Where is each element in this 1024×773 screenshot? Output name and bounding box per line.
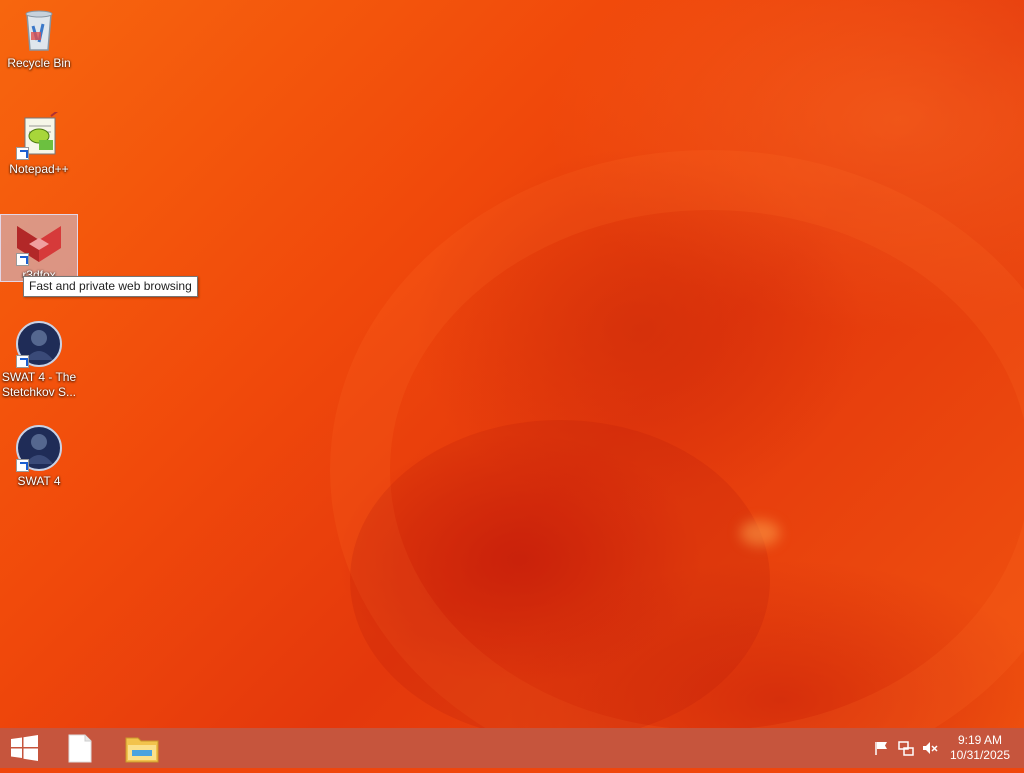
wallpaper-glow (740, 520, 780, 546)
r3dfox-icon (15, 218, 63, 266)
desktop-icon-label: Recycle Bin (7, 56, 71, 70)
desktop-icon-r3dfox[interactable]: r3dfox (0, 214, 78, 282)
shortcut-arrow-icon (16, 147, 29, 160)
clock-date: 10/31/2025 (949, 748, 1010, 762)
wallpaper-swirl (330, 150, 1024, 728)
recycle-bin-icon (15, 6, 63, 54)
shortcut-arrow-icon (16, 253, 29, 266)
desktop-icon-swat4[interactable]: SWAT 4 (1, 424, 77, 489)
notepad-plus-plus-icon (15, 109, 63, 160)
taskbar-pinned-file-explorer[interactable] (120, 728, 164, 768)
desktop-icon-label: SWAT 4 (17, 474, 61, 488)
start-button[interactable] (2, 728, 46, 768)
volume-muted-icon[interactable] (922, 740, 938, 756)
windows-logo-icon (11, 735, 38, 761)
desktop-icon-label: SWAT 4 - The Stetchkov S... (1, 370, 77, 399)
desktop-icon-recycle-bin[interactable]: Recycle Bin (1, 6, 77, 71)
file-explorer-icon (125, 737, 159, 763)
action-center-flag-icon[interactable] (874, 740, 890, 756)
taskbar-pinned-document[interactable] (58, 728, 102, 768)
desktop-icon-swat4-stetchkov[interactable]: SWAT 4 - The Stetchkov S... (1, 320, 77, 400)
swat4-icon (15, 424, 63, 472)
taskbar-clock[interactable]: 9:19 AM 10/31/2025 (950, 733, 1010, 763)
document-icon (68, 734, 92, 763)
taskbar[interactable]: 9:19 AM 10/31/2025 (0, 728, 1024, 768)
tooltip: Fast and private web browsing (23, 276, 198, 297)
shortcut-arrow-icon (16, 459, 29, 472)
clock-time: 9:19 AM (957, 733, 1002, 747)
shortcut-arrow-icon (16, 355, 29, 368)
desktop[interactable]: Recycle Bin Notepad++ r3dfox SWAT 4 - Th… (0, 0, 1024, 728)
desktop-icon-label: Notepad++ (9, 162, 69, 176)
desktop-icon-notepad-plus-plus[interactable]: Notepad++ (1, 109, 77, 177)
wallpaper-swirl (350, 420, 770, 728)
swat4-icon (15, 320, 63, 368)
network-icon[interactable] (898, 740, 914, 756)
